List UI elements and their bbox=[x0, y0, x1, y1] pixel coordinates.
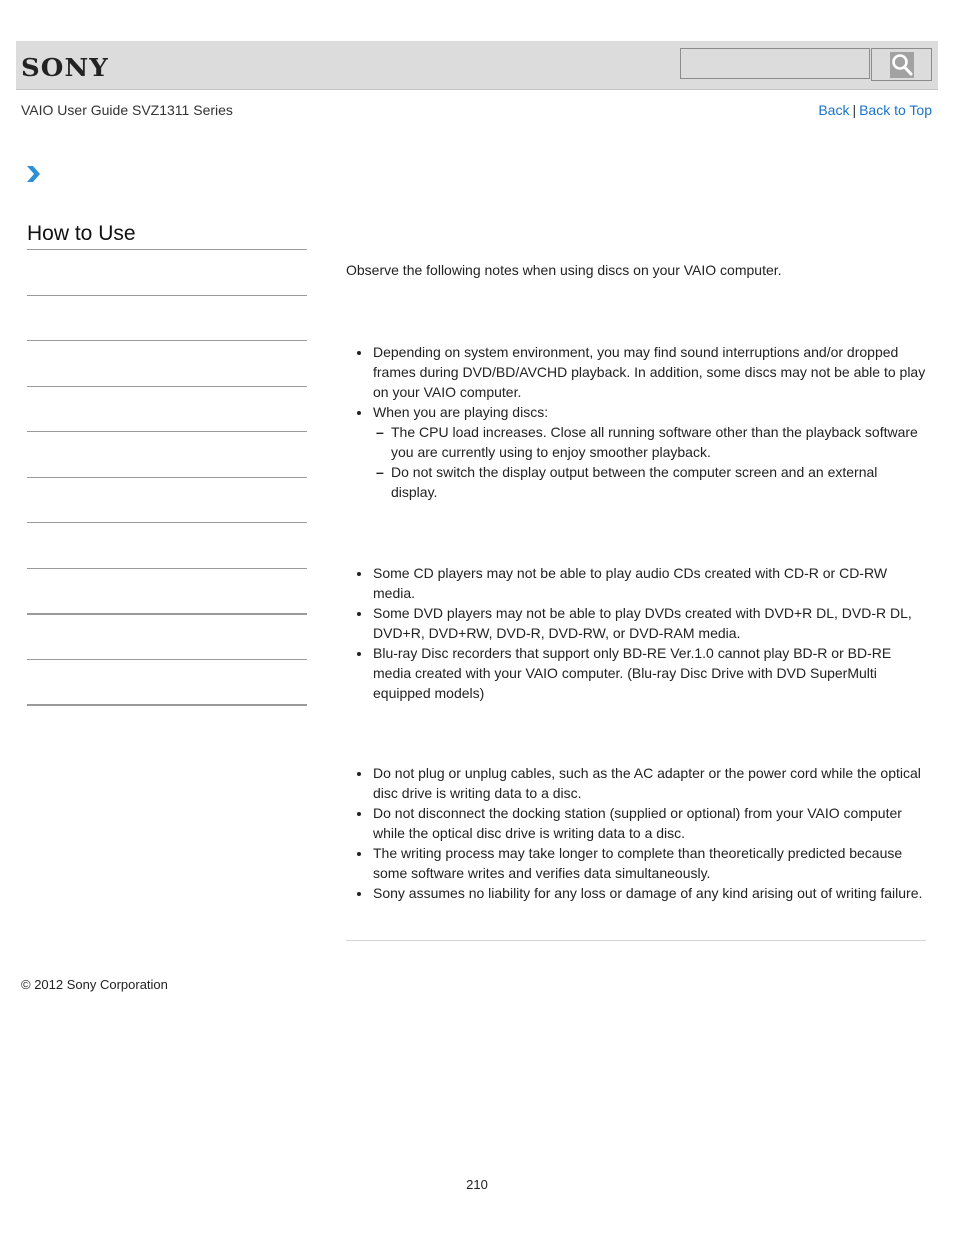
magnifier-icon bbox=[889, 51, 914, 78]
list-item: Some DVD players may not be able to play… bbox=[357, 603, 926, 643]
list-item: Sony assumes no liability for any loss o… bbox=[357, 883, 926, 903]
sidebar-item[interactable] bbox=[27, 704, 307, 706]
sidebar-heading: How to Use bbox=[27, 222, 136, 245]
search-button[interactable] bbox=[871, 48, 932, 81]
sidebar-item[interactable] bbox=[27, 477, 307, 478]
sony-logo[interactable]: SONY bbox=[21, 53, 109, 82]
sidebar-divider bbox=[27, 249, 307, 250]
list-item: Do not plug or unplug cables, such as th… bbox=[357, 763, 926, 803]
content-divider bbox=[346, 940, 926, 941]
search-input[interactable] bbox=[680, 48, 870, 79]
sub-list-item: The CPU load increases. Close all runnin… bbox=[376, 422, 926, 462]
list-item: When you are playing discs: The CPU load… bbox=[357, 402, 926, 502]
sub-list: The CPU load increases. Close all runnin… bbox=[373, 422, 926, 502]
sidebar-item[interactable] bbox=[27, 613, 307, 615]
sidebar-item[interactable] bbox=[27, 522, 307, 523]
sub-list-item: Do not switch the display output between… bbox=[376, 462, 926, 502]
list-item: Do not disconnect the docking station (s… bbox=[357, 803, 926, 843]
writing-notes-list: Do not plug or unplug cables, such as th… bbox=[346, 763, 926, 903]
sidebar-item[interactable] bbox=[27, 386, 307, 387]
back-to-top-link[interactable]: Back to Top bbox=[859, 102, 932, 118]
copyright: © 2012 Sony Corporation bbox=[21, 977, 168, 992]
sidebar-item[interactable] bbox=[27, 659, 307, 660]
chevron-right-icon bbox=[27, 166, 40, 182]
intro-text: Observe the following notes when using d… bbox=[346, 262, 782, 278]
sidebar-item[interactable] bbox=[27, 340, 307, 341]
top-links: Back | Back to Top bbox=[818, 102, 932, 118]
link-separator: | bbox=[852, 102, 857, 118]
back-link[interactable]: Back bbox=[818, 102, 849, 118]
list-item-text: When you are playing discs: bbox=[373, 404, 549, 420]
page-number: 210 bbox=[466, 1177, 488, 1192]
compatibility-notes-list: Some CD players may not be able to play … bbox=[346, 563, 926, 703]
guide-title: VAIO User Guide SVZ1311 Series bbox=[21, 102, 233, 118]
sidebar-item[interactable] bbox=[27, 568, 307, 569]
list-item: The writing process may take longer to c… bbox=[357, 843, 926, 883]
list-item: Some CD players may not be able to play … bbox=[357, 563, 926, 603]
sidebar-item[interactable] bbox=[27, 295, 307, 296]
playback-notes-list: Depending on system environment, you may… bbox=[346, 342, 926, 502]
list-item: Blu-ray Disc recorders that support only… bbox=[357, 643, 926, 703]
list-item: Depending on system environment, you may… bbox=[357, 344, 926, 400]
sidebar-item[interactable] bbox=[27, 431, 307, 432]
